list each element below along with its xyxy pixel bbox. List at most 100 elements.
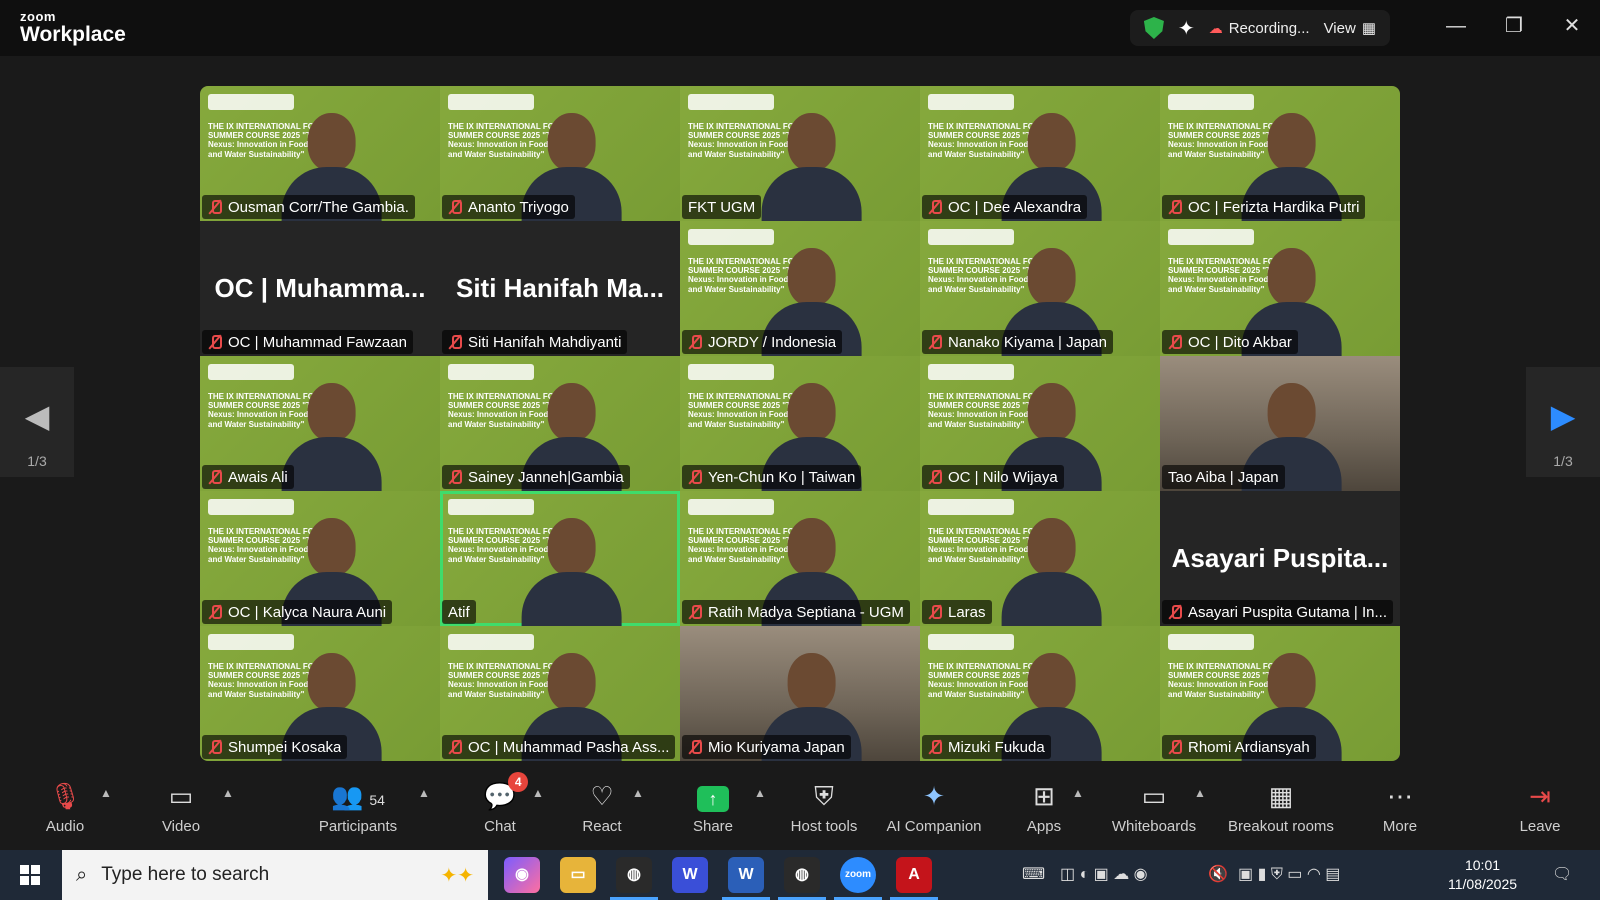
prev-page-button[interactable]: ◀ 1/3 — [0, 367, 74, 477]
participant-tile[interactable]: THE IX INTERNATIONAL FORESTRY SUMMER COU… — [920, 626, 1160, 761]
grid-icon: ▦ — [1361, 20, 1376, 37]
mic-muted-icon — [1168, 199, 1182, 215]
participant-name: Awais Ali — [228, 468, 288, 486]
minimize-icon[interactable]: — — [1444, 14, 1468, 38]
participant-tile[interactable]: THE IX INTERNATIONAL FORESTRY SUMMER COU… — [680, 221, 920, 356]
page-indicator-right: 1/3 — [1553, 453, 1573, 469]
chat-badge: 4 — [508, 772, 529, 792]
participant-name: Mizuki Fukuda — [948, 738, 1045, 756]
participant-tile[interactable]: Mio Kuriyama Japan — [680, 626, 920, 761]
participant-name: Shumpei Kosaka — [228, 738, 342, 756]
file-explorer-app-icon[interactable]: ▭ — [560, 857, 596, 893]
logo-line2: Workplace — [20, 23, 126, 46]
tray-overflow-icons[interactable]: ◫ ◐ ▣ ☁ ◉ — [1060, 864, 1148, 884]
mic-muted-icon — [208, 739, 222, 755]
restore-icon[interactable]: ❐ — [1502, 14, 1526, 38]
video-button[interactable]: ▭ Video — [156, 778, 206, 835]
host-tools-button[interactable]: ⛨ Host tools — [788, 778, 860, 835]
participant-tile[interactable]: THE IX INTERNATIONAL FORESTRY SUMMER COU… — [680, 86, 920, 221]
chat-options-caret[interactable]: ▲ — [532, 786, 544, 800]
close-icon[interactable]: ✕ — [1560, 14, 1584, 38]
participant-tile[interactable]: THE IX INTERNATIONAL FORESTRY SUMMER COU… — [920, 356, 1160, 491]
taskbar-search[interactable]: ⌕ Type here to search ✦✦ — [62, 850, 488, 900]
encryption-shield-icon[interactable] — [1143, 17, 1164, 39]
participant-tile[interactable]: THE IX INTERNATIONAL FORESTRY SUMMER COU… — [200, 356, 440, 491]
participant-video — [281, 373, 382, 491]
participant-tile[interactable]: THE IX INTERNATIONAL FORESTRY SUMMER COU… — [200, 626, 440, 761]
react-options-caret[interactable]: ▲ — [632, 786, 644, 800]
audio-options-caret[interactable]: ▲ — [100, 786, 112, 800]
participant-tile[interactable]: THE IX INTERNATIONAL FORESTRY SUMMER COU… — [920, 86, 1160, 221]
arrow-right-icon: ▶ — [1550, 398, 1576, 434]
breakout-rooms-button[interactable]: ▦ Breakout rooms — [1226, 778, 1336, 835]
participant-nametag: OC | Kalyca Naura Auni — [202, 600, 393, 624]
share-options-caret[interactable]: ▲ — [754, 786, 766, 800]
participant-tile[interactable]: THE IX INTERNATIONAL FORESTRY SUMMER COU… — [1160, 86, 1400, 221]
whiteboards-options-caret[interactable]: ▲ — [1194, 786, 1206, 800]
taskbar-clock[interactable]: 10:01 11/08/2025 — [1448, 856, 1517, 894]
participants-button[interactable]: 👥 54 Participants — [316, 778, 400, 835]
share-icon: ↑ — [697, 778, 729, 814]
chat-button[interactable]: 💬 4 Chat — [480, 772, 529, 835]
windows-start-icon[interactable] — [20, 865, 40, 885]
w-app-icon[interactable]: W — [672, 857, 708, 893]
participant-tile[interactable]: Asayari Puspita... Asayari Puspita Gutama… — [1160, 491, 1400, 626]
participant-nametag: OC | Nilo Wijaya — [922, 465, 1064, 489]
participant-tile[interactable]: OC | Muhamma... OC | Muhammad Fawzaan — [200, 221, 440, 356]
word-app-icon[interactable]: W — [722, 857, 770, 900]
react-button[interactable]: ♡ React — [582, 778, 622, 835]
acrobat-app-icon[interactable]: A — [890, 857, 938, 900]
share-button[interactable]: ↑ Share — [692, 778, 734, 835]
participants-count: 54 — [369, 792, 385, 808]
ai-sparkle-icon[interactable]: ✦ — [1178, 16, 1195, 41]
zoom-app-icon[interactable]: zoom — [834, 857, 882, 900]
audio-button[interactable]: 🎙 Audio — [40, 778, 90, 835]
notification-icon[interactable]: 🗨 — [1552, 864, 1572, 884]
mic-muted-icon — [448, 199, 462, 215]
participant-tile[interactable]: THE IX INTERNATIONAL FORESTRY SUMMER COU… — [200, 491, 440, 626]
participant-video — [1001, 508, 1102, 626]
participant-tile[interactable]: THE IX INTERNATIONAL FORESTRY SUMMER COU… — [440, 491, 680, 626]
participant-name: OC | Nilo Wijaya — [948, 468, 1058, 486]
participant-tile[interactable]: THE IX INTERNATIONAL FORESTRY SUMMER COU… — [440, 356, 680, 491]
participant-tile[interactable]: THE IX INTERNATIONAL FORESTRY SUMMER COU… — [440, 626, 680, 761]
chrome-app-icon[interactable]: ◍ — [610, 857, 658, 900]
ai-companion-button[interactable]: ✦ AI Companion — [886, 778, 982, 835]
participant-tile[interactable]: THE IX INTERNATIONAL FORESTRY SUMMER COU… — [920, 221, 1160, 356]
leave-button[interactable]: ⇥ Leave — [1518, 778, 1562, 835]
more-button[interactable]: ⋯ More — [1380, 778, 1420, 835]
participants-options-caret[interactable]: ▲ — [418, 786, 430, 800]
volume-muted-icon[interactable]: 🔇 — [1208, 864, 1228, 884]
copilot-app-icon[interactable]: ◉ — [504, 857, 540, 893]
next-page-button[interactable]: ▶ 1/3 — [1526, 367, 1600, 477]
mic-muted-icon — [928, 334, 942, 350]
participant-video — [761, 103, 862, 221]
participant-tile[interactable]: THE IX INTERNATIONAL FORESTRY SUMMER COU… — [680, 356, 920, 491]
apps-options-caret[interactable]: ▲ — [1072, 786, 1084, 800]
mic-muted-icon — [688, 604, 702, 620]
mic-muted-icon — [448, 334, 462, 350]
recording-label: Recording... — [1228, 19, 1310, 37]
mic-muted-icon — [928, 199, 942, 215]
recording-indicator[interactable]: ☁ Recording... — [1209, 20, 1310, 37]
share-label: Share — [692, 818, 734, 835]
participant-tile[interactable]: THE IX INTERNATIONAL FORESTRY SUMMER COU… — [680, 491, 920, 626]
participant-tile[interactable]: THE IX INTERNATIONAL FORESTRY SUMMER COU… — [200, 86, 440, 221]
participant-tile[interactable]: THE IX INTERNATIONAL FORESTRY SUMMER COU… — [920, 491, 1160, 626]
chrome-profile-app-icon[interactable]: ◍ — [778, 857, 826, 900]
participant-nametag: OC | Ferizta Hardika Putri — [1162, 195, 1366, 219]
whiteboards-button[interactable]: ▭ Whiteboards — [1110, 778, 1198, 835]
audio-label: Audio — [45, 818, 85, 835]
apps-button[interactable]: ⊞ Apps — [1024, 778, 1064, 835]
participant-tile[interactable]: THE IX INTERNATIONAL FORESTRY SUMMER COU… — [1160, 221, 1400, 356]
participant-nametag: Mizuki Fukuda — [922, 735, 1051, 759]
meeting-status-bar: ✦ ☁ Recording... View ▦ — [1129, 10, 1390, 46]
participant-tile[interactable]: Siti Hanifah Ma... Siti Hanifah Mahdiyant… — [440, 221, 680, 356]
participant-tile[interactable]: THE IX INTERNATIONAL FORESTRY SUMMER COU… — [440, 86, 680, 221]
participant-tile[interactable]: THE IX INTERNATIONAL FORESTRY SUMMER COU… — [1160, 626, 1400, 761]
view-button[interactable]: View ▦ — [1324, 19, 1376, 38]
video-options-caret[interactable]: ▲ — [222, 786, 234, 800]
input-indicator-icon[interactable]: ⌨ — [1022, 864, 1045, 884]
participant-tile[interactable]: Tao Aiba | Japan — [1160, 356, 1400, 491]
tray-system-icons[interactable]: ▣ ▮ ⛨ ▭ ◠ ▤ — [1238, 864, 1340, 884]
